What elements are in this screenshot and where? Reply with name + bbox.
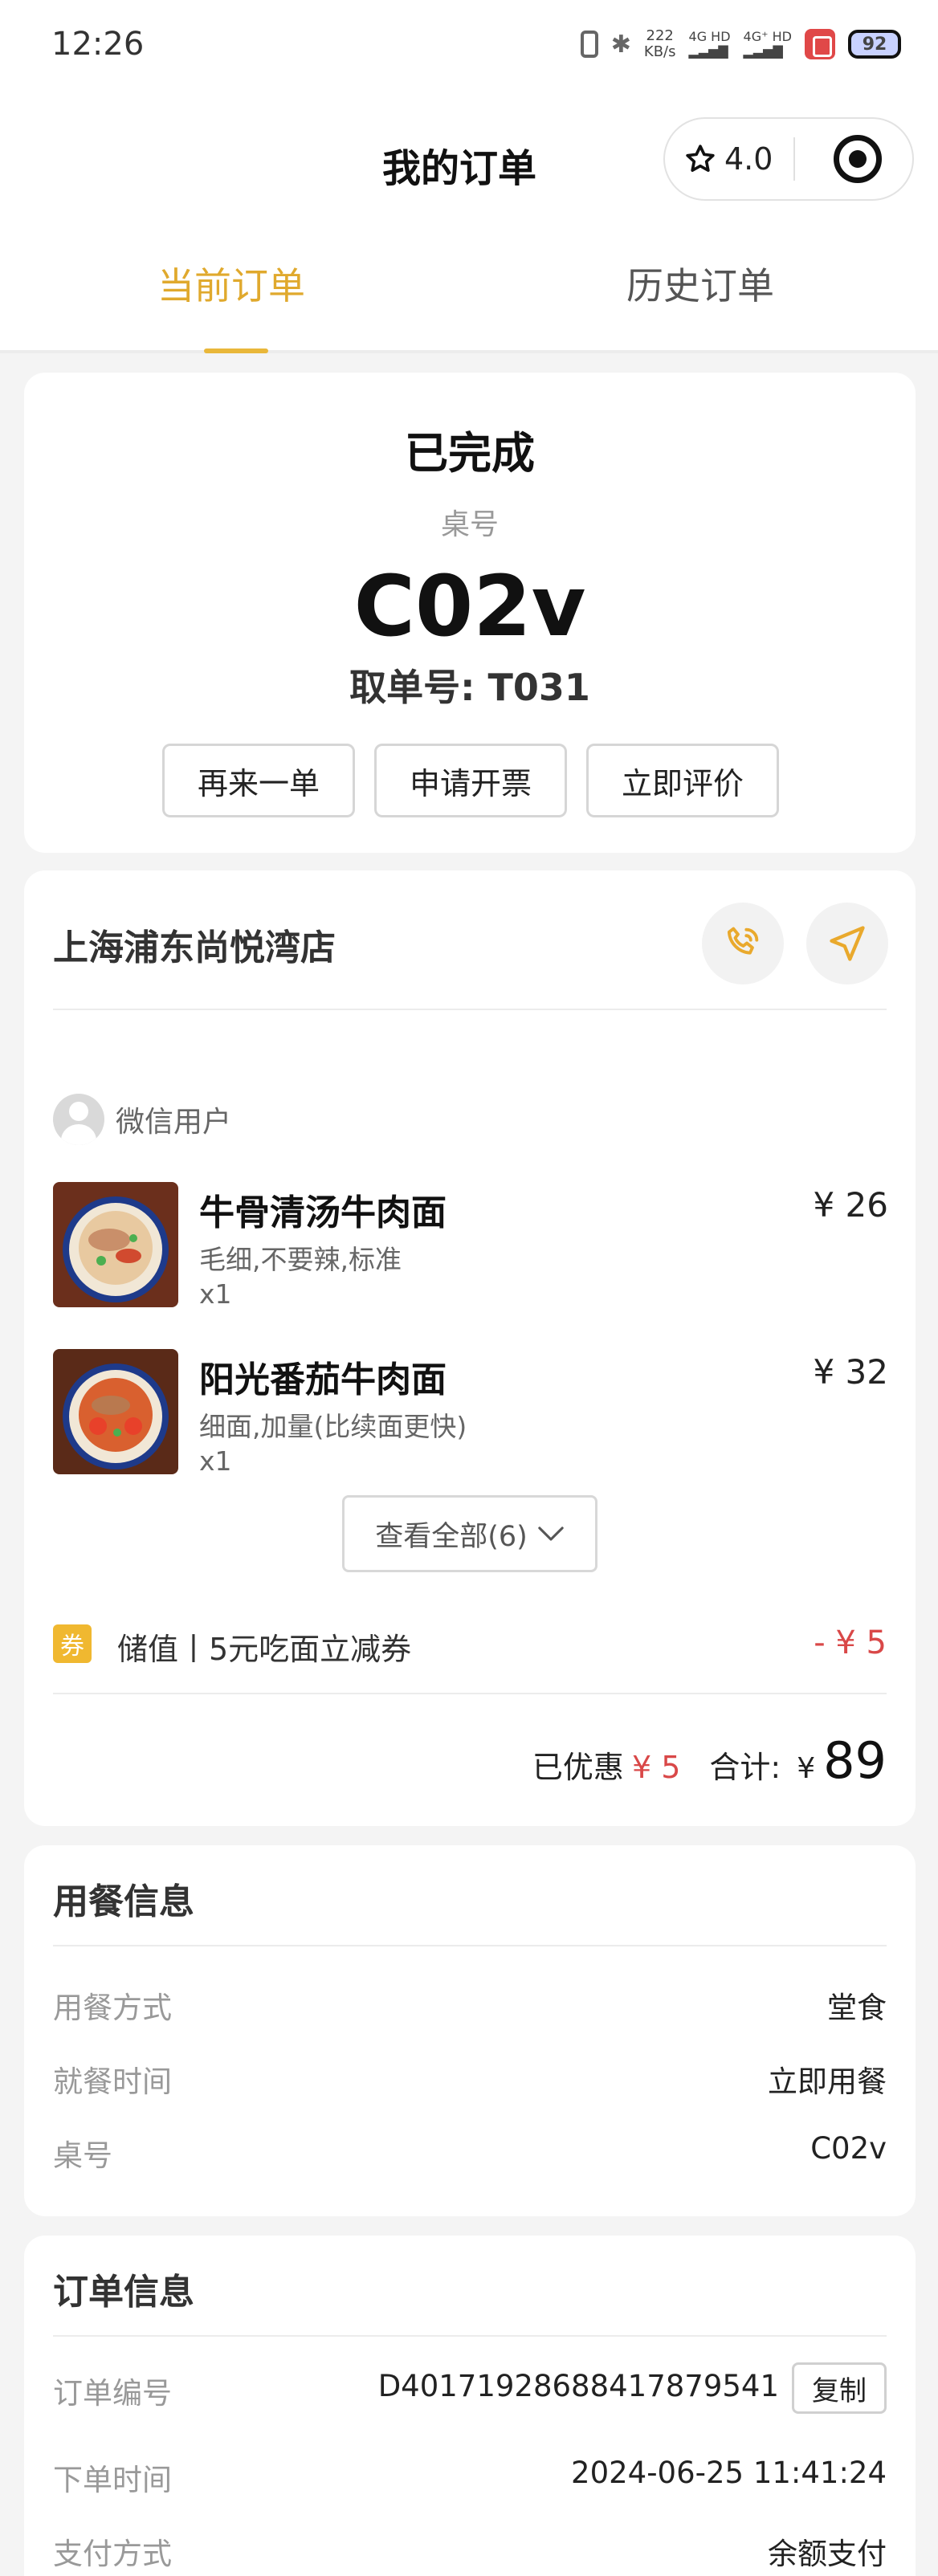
coupon-value: - ¥ 5 xyxy=(814,1624,887,1661)
active-tab-indicator xyxy=(204,348,268,353)
info-key: 下单时间 xyxy=(53,2463,172,2497)
pickup-number: 取单号: T031 xyxy=(349,666,590,709)
item-quantity: x1 xyxy=(199,1278,232,1310)
phone-icon xyxy=(727,927,759,955)
store-name: 上海浦东尚悦湾店 xyxy=(53,927,336,968)
order-time-row: 下单时间 2024-06-25 11:41:24 xyxy=(53,2456,887,2497)
table-number-row: 桌号 C02v xyxy=(53,2131,887,2173)
coupon-text: 储值丨5元吃面立减券 xyxy=(117,1632,412,1667)
info-value: 2024-06-25 11:41:24 xyxy=(571,2456,887,2490)
signal-2-bars-icon: ▂▃▅▇ xyxy=(743,43,783,59)
signal-2: 4G⁺ HD ▂▃▅▇ xyxy=(744,30,792,59)
reorder-button[interactable]: 再来一单 xyxy=(162,744,355,817)
close-target-icon[interactable] xyxy=(834,135,882,183)
avatar xyxy=(53,1094,104,1145)
tab-current-orders[interactable]: 当前订单 xyxy=(157,257,305,310)
user-row: 微信用户 xyxy=(53,1094,231,1145)
order-info-card: 订单信息 订单编号 D40171928688417879541 复制 下单时间 … xyxy=(24,2236,916,2576)
total-currency: ¥ xyxy=(797,1752,816,1785)
info-value: C02v xyxy=(810,2131,887,2166)
item-image xyxy=(53,1349,178,1474)
star-icon xyxy=(686,145,715,173)
signal-1-bars-icon: ▂▃▅▇ xyxy=(688,43,728,59)
request-invoice-button[interactable]: 申请开票 xyxy=(374,744,567,817)
view-all-label: 查看全部(6) xyxy=(375,1520,528,1553)
mini-program-capsule: 4.0 xyxy=(663,117,914,201)
item-name: 阳光番茄牛肉面 xyxy=(199,1359,447,1400)
dining-method-row: 用餐方式 堂食 xyxy=(53,1983,887,2025)
discount-value: ¥ 5 xyxy=(631,1750,681,1785)
item-name: 牛骨清汤牛肉面 xyxy=(199,1192,447,1233)
payment-method-row: 支付方式 余额支付 xyxy=(53,2529,887,2571)
order-status-card: 已完成 桌号 C02v 取单号: T031 再来一单 申请开票 立即评价 xyxy=(24,373,916,853)
signal-1: 4G HD ▂▃▅▇ xyxy=(689,30,731,59)
item-price: ¥ 32 xyxy=(813,1352,888,1392)
info-key: 支付方式 xyxy=(53,2537,172,2571)
item-price: ¥ 26 xyxy=(813,1185,888,1225)
tab-history-orders[interactable]: 历史订单 xyxy=(626,257,774,310)
rating-button[interactable]: 4.0 xyxy=(665,141,793,177)
dining-info-divider xyxy=(53,1945,887,1946)
info-key: 订单编号 xyxy=(53,2376,172,2411)
chevron-down-icon xyxy=(538,1526,564,1541)
dining-time-row: 就餐时间 立即用餐 xyxy=(53,2057,887,2099)
rate-now-button[interactable]: 立即评价 xyxy=(586,744,779,817)
navigation-icon xyxy=(830,926,865,961)
info-value: 立即用餐 xyxy=(768,2064,887,2099)
coupon-row: 券 储值丨5元吃面立减券 - ¥ 5 xyxy=(53,1621,887,1669)
power-saving-icon xyxy=(805,29,835,59)
copy-button[interactable]: 复制 xyxy=(792,2362,887,2414)
status-bar: 12:26 ✱ 222 KB/s 4G HD ▂▃▅▇ 4G⁺ HD ▂▃▅▇ … xyxy=(0,0,938,88)
order-info-divider xyxy=(53,2335,887,2337)
signal-2-label: 4G⁺ HD xyxy=(743,29,792,44)
info-key: 就餐时间 xyxy=(53,2064,172,2099)
user-name: 微信用户 xyxy=(116,1106,232,1139)
order-actions: 再来一单 申请开票 立即评价 xyxy=(162,744,779,817)
item-spec: 细面,加量(比续面更快) xyxy=(199,1411,467,1442)
view-all-button[interactable]: 查看全部(6) xyxy=(342,1495,597,1572)
battery-level: 92 xyxy=(848,30,901,59)
total-row: 已优惠 ¥ 5 合计: ¥ 89 xyxy=(532,1731,887,1790)
order-item: 阳光番茄牛肉面 细面,加量(比续面更快) x1 ¥ 32 xyxy=(53,1349,888,1478)
discount-label: 已优惠 xyxy=(532,1750,624,1785)
dining-info-title: 用餐信息 xyxy=(53,1881,194,1922)
item-spec: 毛细,不要辣,标准 xyxy=(199,1244,402,1275)
dining-info-card: 用餐信息 用餐方式 堂食 就餐时间 立即用餐 桌号 C02v xyxy=(24,1845,916,2216)
order-number: D40171928688417879541 xyxy=(377,2369,779,2403)
info-value: 堂食 xyxy=(827,1991,887,2025)
navigate-button[interactable] xyxy=(806,903,888,984)
order-item: 牛骨清汤牛肉面 毛细,不要辣,标准 x1 ¥ 26 xyxy=(53,1182,888,1310)
table-number: C02v xyxy=(353,557,586,655)
network-speed-unit: KB/s xyxy=(643,43,676,60)
vibrate-icon xyxy=(580,31,598,58)
order-tabs: 当前订单 历史订单 xyxy=(0,233,938,353)
coupon-divider xyxy=(53,1693,887,1694)
coupon-badge: 券 xyxy=(53,1624,92,1663)
rating-value: 4.0 xyxy=(724,141,773,177)
info-key: 用餐方式 xyxy=(53,1991,172,2025)
item-image xyxy=(53,1182,178,1307)
total-amount: 89 xyxy=(823,1731,887,1790)
info-key: 桌号 xyxy=(53,2138,112,2173)
table-label: 桌号 xyxy=(440,508,499,541)
total-label: 合计: xyxy=(709,1750,781,1785)
order-status: 已完成 xyxy=(405,428,535,479)
order-detail-card: 上海浦东尚悦湾店 微信用户 牛骨清汤牛肉面 毛细,不要辣,标准 x1 ¥ 26 … xyxy=(24,870,916,1826)
order-info-title: 订单信息 xyxy=(53,2272,194,2313)
store-divider xyxy=(53,1009,887,1010)
call-store-button[interactable] xyxy=(702,903,784,984)
network-speed: 222 KB/s xyxy=(644,28,676,60)
signal-1-label: 4G HD xyxy=(688,29,731,44)
order-number-row: 订单编号 D40171928688417879541 复制 xyxy=(53,2362,887,2414)
status-icons: ✱ 222 KB/s 4G HD ▂▃▅▇ 4G⁺ HD ▂▃▅▇ 92 xyxy=(580,28,901,60)
network-speed-value: 222 xyxy=(646,27,674,44)
info-value: 余额支付 xyxy=(768,2537,887,2571)
item-quantity: x1 xyxy=(199,1445,232,1477)
page-header: 我的订单 4.0 xyxy=(0,88,938,233)
capsule-divider xyxy=(793,137,795,181)
status-time: 12:26 xyxy=(51,26,145,63)
bluetooth-icon: ✱ xyxy=(610,30,631,59)
